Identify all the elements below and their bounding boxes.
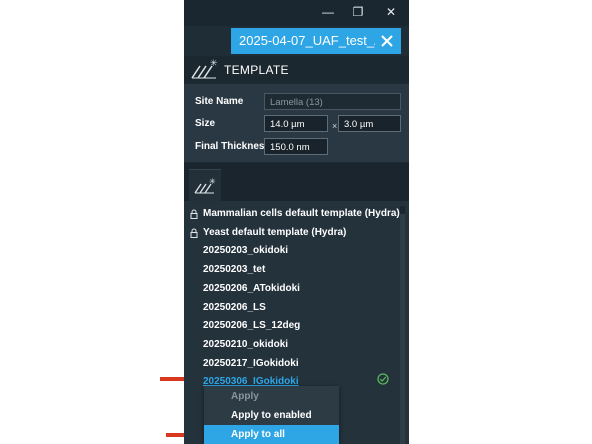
document-tab-strip: 2025-04-07_UAF_test_A... [184,26,409,56]
template-list-item[interactable]: 20250206_LS_12deg [203,320,300,331]
close-icon[interactable] [377,31,397,51]
close-window-button[interactable]: ✕ [380,3,402,21]
size-width-field[interactable]: 14.0 µm [264,115,328,132]
final-thickness-field[interactable]: 150.0 nm [264,138,328,155]
check-circle-icon [377,373,389,385]
menu-item-apply-to-all[interactable]: Apply to all [204,425,339,444]
template-list-item[interactable]: 20250217_IGokidoki [203,358,299,369]
template-library-tab[interactable]: ✳ [189,169,221,202]
menu-item-apply-to-enabled[interactable]: Apply to enabled [204,406,339,425]
template-list-item[interactable]: 20250206_LS [203,302,266,313]
final-thickness-label: Final Thickness [195,141,271,152]
template-list-item[interactable]: 20250206_ATokidoki [203,283,300,294]
lock-icon [190,209,198,219]
template-section-title: TEMPLATE [224,63,289,77]
context-menu: Apply Apply to enabled Apply to all [204,386,339,444]
template-panel: — ❐ ✕ 2025-04-07_UAF_test_A... ✳ TEMPLAT… [184,0,409,444]
menu-item-apply[interactable]: Apply [204,387,339,406]
template-list-item[interactable]: 20250210_okidoki [203,339,288,350]
document-tab[interactable]: 2025-04-07_UAF_test_A... [231,28,401,54]
svg-text:✳: ✳ [210,59,218,69]
document-tab-label: 2025-04-07_UAF_test_A... [239,33,375,48]
minimize-button[interactable]: — [317,3,339,21]
ii-logo-small-icon: ✳ [194,177,216,194]
size-label: Size [195,118,216,129]
maximize-button[interactable]: ❐ [347,3,369,21]
site-name-field[interactable]: Lamella (13) [264,93,401,110]
lock-icon [190,228,198,238]
title-bar: — ❐ ✕ [184,0,409,26]
template-section-header: ✳ TEMPLATE [184,56,409,82]
list-scrollbar-thumb[interactable] [400,214,405,444]
template-tab-strip: ✳ [184,163,409,202]
size-height-field[interactable]: 3.0 µm [338,115,401,132]
site-name-label: Site Name [195,96,244,107]
template-list-item[interactable]: 20250203_tet [203,264,265,275]
size-separator: × [332,121,338,131]
svg-text:✳: ✳ [209,177,216,186]
template-list-item[interactable]: Mammalian cells default template (Hydra) [203,208,400,219]
template-list-item[interactable]: 20250203_okidoki [203,245,288,256]
ii-logo-icon: ✳ [191,59,218,79]
template-list-item[interactable]: Yeast default template (Hydra) [203,227,346,238]
